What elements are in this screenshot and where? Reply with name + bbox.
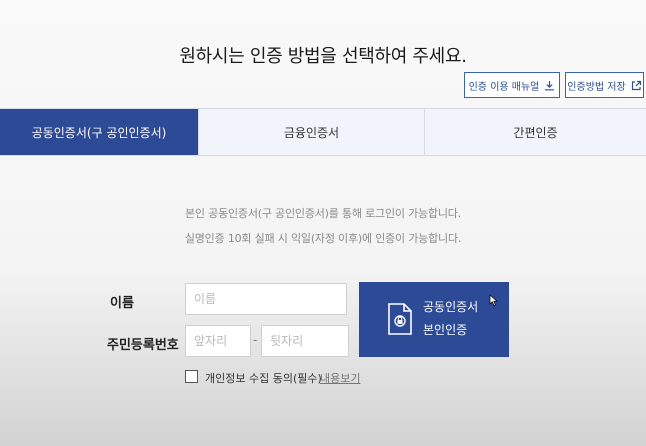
auth-manual-button[interactable]: 인증 이용 매뉴얼 (464, 72, 560, 98)
info-text-line2: 실명인증 10회 실패 시 익일(자정 이후)에 인증이 가능합니다. (184, 232, 462, 245)
tab-financial-certificate[interactable]: 금융인증서 (198, 109, 424, 155)
certificate-document-icon (387, 302, 413, 340)
page-title: 원하시는 인증 방법을 선택하여 주세요. (179, 46, 467, 67)
mouse-cursor-icon (489, 292, 499, 311)
name-input[interactable] (185, 283, 347, 315)
rrn-back-input[interactable] (261, 325, 349, 357)
external-link-icon (631, 80, 642, 91)
view-details-link[interactable]: 내용보기 (320, 370, 360, 386)
auth-manual-label: 인증 이용 매뉴얼 (468, 81, 540, 93)
cert-button-text: 공동인증서 본인인증 (423, 296, 478, 342)
cert-button-line2: 본인인증 (423, 323, 468, 337)
rrn-separator: - (253, 333, 258, 347)
cert-button-line1: 공동인증서 (423, 300, 479, 314)
consent-label: 개인정보 수집 동의(필수) (205, 372, 322, 385)
consent-checkbox[interactable] (185, 370, 198, 383)
tab-simple-auth[interactable]: 간편인증 (424, 109, 646, 155)
tab-joint-certificate[interactable]: 공동인증서(구 공인인증서) (0, 109, 198, 155)
auth-tabs: 공동인증서(구 공인인증서) 금융인증서 간편인증 (0, 108, 646, 156)
name-label: 이름 (110, 296, 134, 311)
download-icon (544, 80, 555, 91)
auth-method-save-button[interactable]: 인증방법 저장 (565, 72, 644, 98)
rrn-label: 주민등록번호 (107, 338, 179, 353)
rrn-front-input[interactable] (185, 325, 251, 357)
info-text-line1: 본인 공동인증서(구 공인인증서)를 통해 로그인이 가능합니다. (185, 207, 461, 220)
joint-certificate-auth-button[interactable]: 공동인증서 본인인증 (359, 282, 509, 357)
auth-method-save-label: 인증방법 저장 (567, 81, 626, 93)
